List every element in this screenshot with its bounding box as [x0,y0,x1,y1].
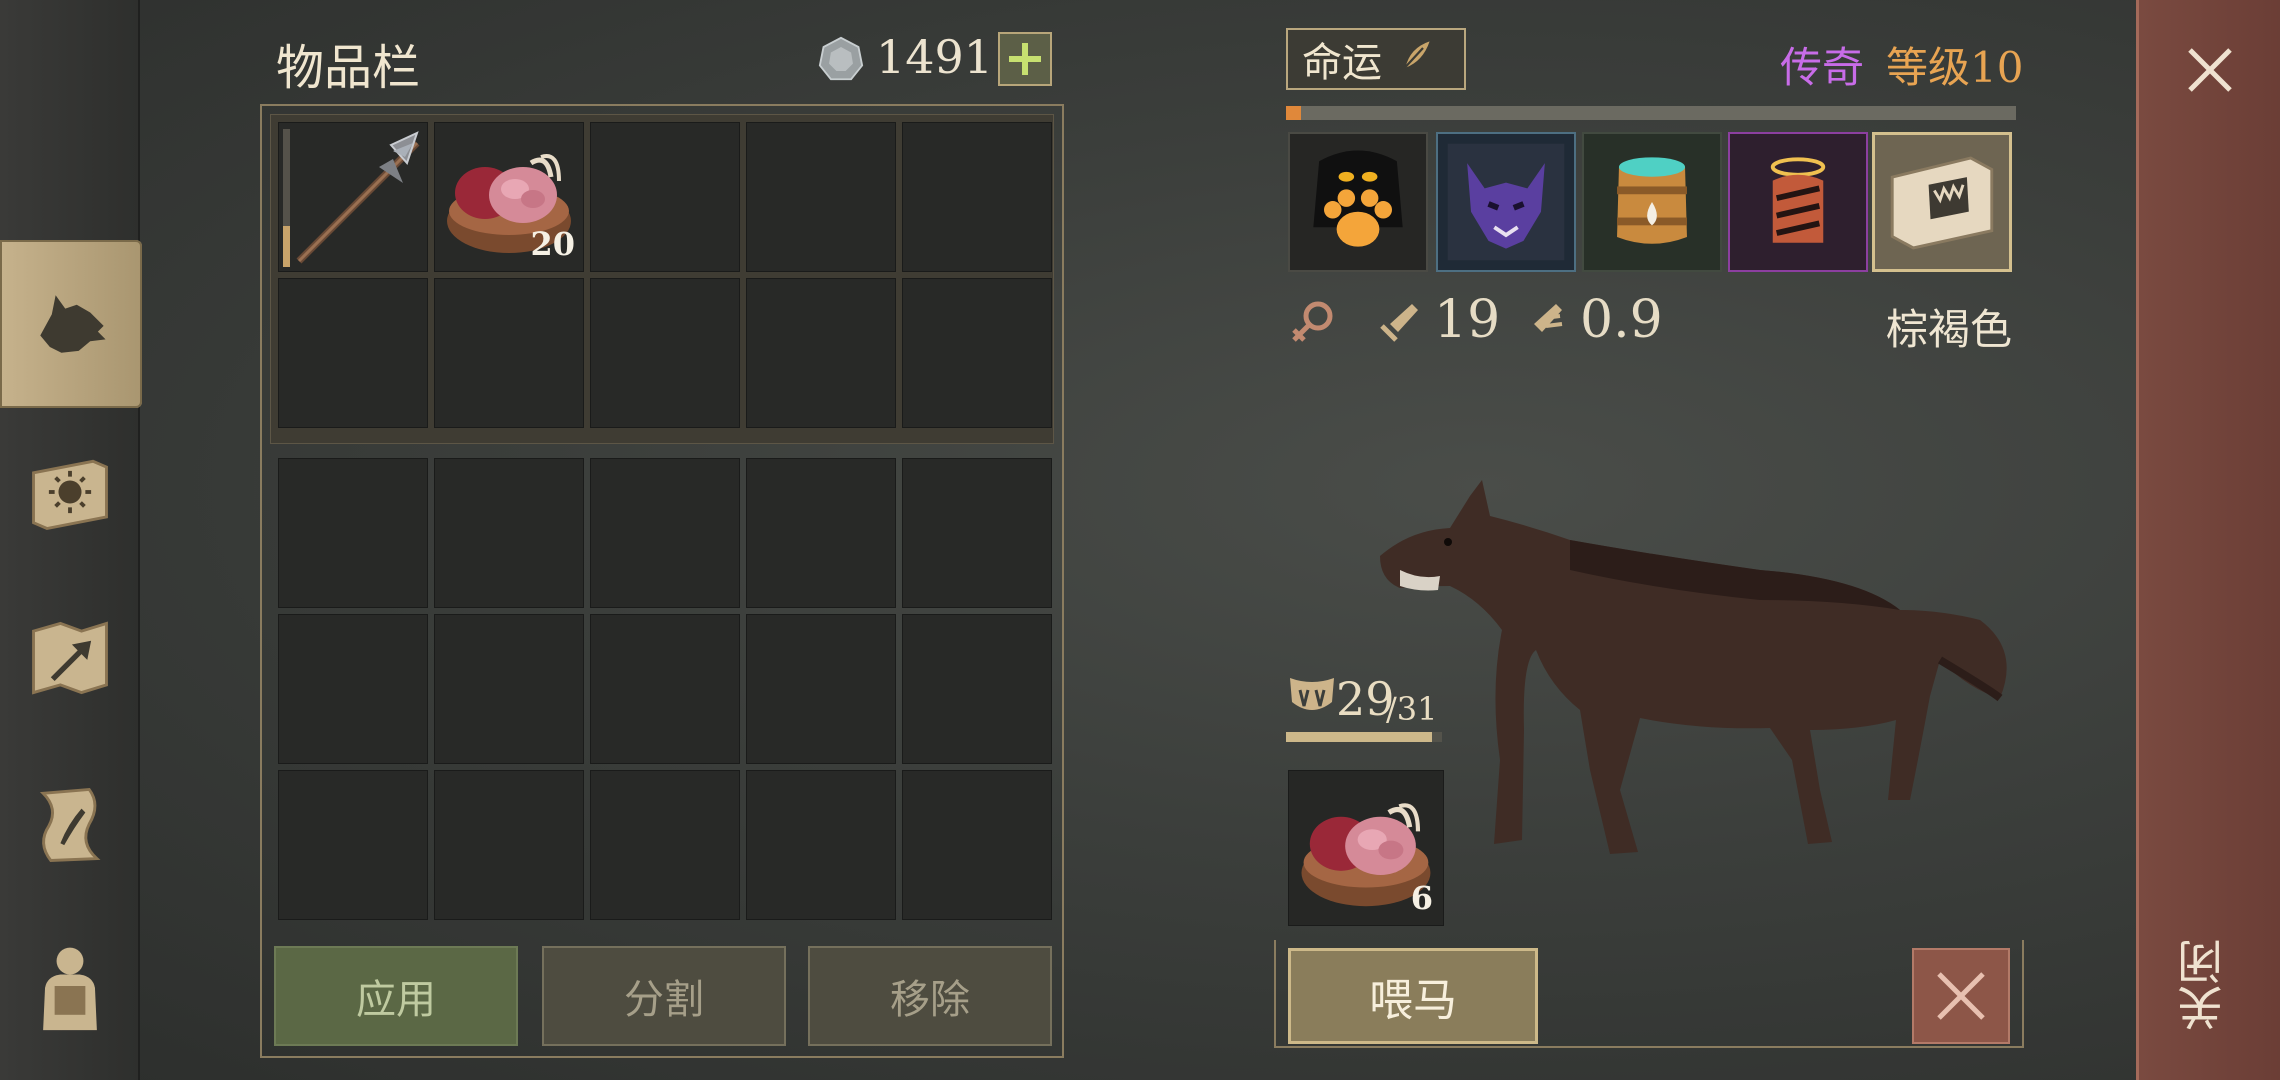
inventory-slot[interactable] [590,770,740,920]
currency-value: 1491 [876,30,994,84]
inventory-slot[interactable] [278,770,428,920]
barrel-trait-icon [1617,157,1687,244]
wolf-head-icon [40,295,106,353]
inventory-slot[interactable] [746,122,896,272]
feed-item-count: 6 [1410,879,1433,917]
fang-book-icon [1890,156,1994,250]
close-icon [1937,972,1985,1020]
hunger-max: /31 [1386,690,1438,728]
panel-frame-bottom [1274,1046,2024,1048]
silver-coin-icon [818,36,864,81]
inventory-slot[interactable] [902,458,1052,608]
inventory-slot[interactable] [278,614,428,764]
inventory-slot[interactable] [278,278,428,428]
feed-button[interactable]: 喂马 [1288,948,1538,1044]
add-currency-button[interactable] [998,32,1052,86]
halberd-icon [296,131,420,264]
pet-color-name: 棕褐色 [1886,305,2013,354]
inventory-slot[interactable] [746,614,896,764]
hunger-fill [1286,732,1432,742]
remove-button[interactable]: 移除 [808,946,1052,1046]
feather-icon [1395,41,1430,78]
fang-hunger-icon [1290,678,1334,710]
split-button[interactable]: 分割 [542,946,786,1046]
sidebar-item-skills[interactable] [8,430,132,554]
speed-value: 0.9 [1580,290,1663,350]
inventory-slot-halberd[interactable] [278,122,428,272]
trait-slot-paw[interactable] [1288,132,1428,272]
sidebar [0,0,142,1080]
inventory-slot[interactable] [746,770,896,920]
item-count: 20 [530,225,575,263]
inventory-slot[interactable] [902,614,1052,764]
rarity-label: 传奇 [1780,43,1865,92]
cancel-feed-button[interactable] [1912,948,2010,1044]
attack-value: 19 [1434,290,1501,350]
sun-book-icon [32,459,108,530]
trait-slot-wolf[interactable] [1436,132,1576,272]
inventory-title: 物品栏 [276,40,421,96]
inventory-slot[interactable] [434,278,584,428]
wolf-trait-icon [1447,143,1565,261]
xp-fill [1286,106,1301,120]
inventory-slot[interactable] [278,458,428,608]
feed-item-slot[interactable]: 6 [1288,770,1444,926]
sidebar-item-map[interactable] [8,596,132,720]
claw-attack-icon [1380,304,1418,342]
xp-bar [1286,106,2016,120]
sidebar-item-pet[interactable] [0,240,142,408]
panel-frame-left [1274,940,1276,1048]
inventory-slot[interactable] [590,278,740,428]
inventory-slot[interactable] [902,122,1052,272]
paw-trait-icon [1313,150,1403,247]
level-label: 等级10 [1886,43,2024,92]
map-arrow-icon [32,621,108,695]
inventory-slot[interactable] [746,458,896,608]
claw-trait-icon [1770,157,1826,243]
inventory-slot[interactable] [590,122,740,272]
inventory-slot[interactable] [434,458,584,608]
fate-label: 命运 [1302,40,1382,86]
fate-button[interactable]: 命运 [1286,28,1466,90]
sidebar-item-quests[interactable] [8,762,132,886]
claw-speed-icon [1524,304,1563,342]
inventory-slot[interactable] [434,614,584,764]
trait-slot-book[interactable] [1872,132,2012,272]
female-gender-icon [1292,301,1333,342]
plus-icon [1009,43,1041,75]
trait-slot-barrel[interactable] [1582,132,1722,272]
inventory-grid-backpack [278,458,1052,920]
inventory-slot[interactable] [902,278,1052,428]
close-label[interactable]: 关闭 [2170,910,2240,1060]
sidebar-top-panel [0,0,140,236]
inventory-slot[interactable] [746,278,896,428]
character-backpack-icon [43,947,97,1031]
apply-button[interactable]: 应用 [274,946,518,1046]
inventory-slot[interactable] [434,770,584,920]
inventory-grid-primary: 20 [278,122,1052,428]
scroll-quill-icon [39,787,101,862]
inventory-slot-meat[interactable]: 20 [434,122,584,272]
inventory-slot[interactable] [590,458,740,608]
inventory-slot[interactable] [902,770,1052,920]
inventory-slot[interactable] [590,614,740,764]
trait-slot-claw[interactable] [1728,132,1868,272]
close-icon[interactable] [2180,40,2240,100]
sidebar-item-character[interactable] [8,924,132,1048]
panel-frame-right [2022,940,2024,1048]
